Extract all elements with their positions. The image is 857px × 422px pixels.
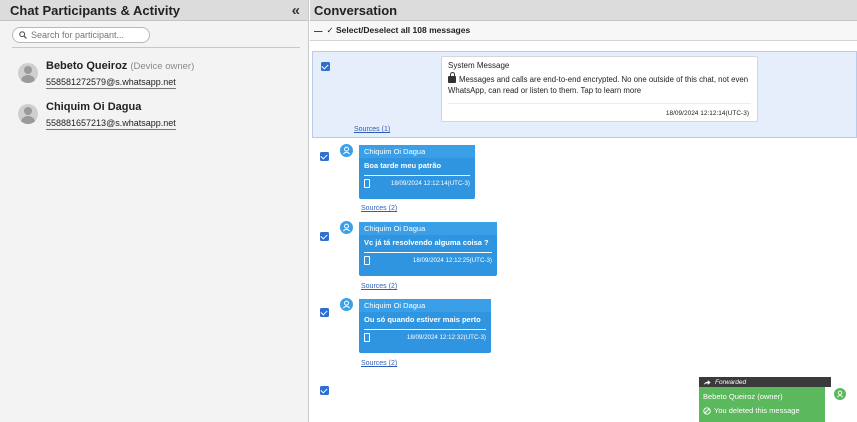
contact-avatar-icon [340, 221, 353, 234]
system-message-title: System Message [448, 61, 510, 70]
collapse-panel-button[interactable]: « [292, 3, 300, 18]
contact-avatar-icon [340, 298, 353, 311]
phone-icon [364, 179, 370, 188]
system-message-row: System Message Messages and calls are en… [312, 51, 857, 138]
participant-item[interactable]: Bebeto Queiroz (Device owner) 5585812725… [0, 48, 308, 90]
deleted-icon [703, 406, 711, 415]
message-timestamp: 18/09/2024 12:12:25(UTC-3) [412, 257, 492, 264]
message-text: Ou só quando estiver mais perto [364, 315, 481, 324]
participants-title: Chat Participants & Activity [10, 2, 181, 18]
message-footer: 18/09/2024 12:12:25(UTC-3) [359, 253, 497, 268]
phone-icon [364, 256, 370, 265]
search-container [0, 21, 308, 43]
forward-arrow-icon [703, 379, 711, 385]
participants-panel: Chat Participants & Activity « Bebeto Qu… [0, 0, 309, 422]
message-text: Vc já tá resolvendo alguma coisa ? [364, 238, 489, 247]
message-checkbox[interactable] [320, 232, 329, 241]
sources-link[interactable]: Sources (2) [361, 205, 397, 212]
lock-icon [448, 72, 456, 83]
forwarded-text: Forwarded [715, 378, 747, 386]
participant-name-line: Bebeto Queiroz (Device owner) [46, 60, 194, 72]
sources-link[interactable]: Sources (2) [361, 283, 397, 290]
participant-search-input[interactable] [31, 30, 141, 40]
sources-link[interactable]: Sources (2) [361, 360, 397, 367]
message-bubble[interactable]: Chiquim Oi Dagua Vc já tá resolvendo alg… [359, 222, 497, 276]
message-sender: Chiquim Oi Dagua [359, 222, 497, 235]
app-window: Chat Participants & Activity « Bebeto Qu… [0, 0, 857, 422]
conversation-header: Conversation [310, 0, 857, 21]
system-message-body: Messages and calls are end-to-end encryp… [448, 75, 749, 95]
system-message-timestamp: 18/09/2024 12:12:14(UTC-3) [665, 110, 749, 117]
message-checkbox[interactable] [320, 152, 329, 161]
system-message-card: System Message Messages and calls are en… [441, 56, 758, 122]
participant-item[interactable]: Chiquim Oi Dagua 558881657213@s.whatsapp… [0, 90, 308, 131]
message-timestamp: 18/09/2024 12:12:14(UTC-3) [390, 180, 470, 187]
owner-message-sender: Bebeto Queiroz (owner) [703, 392, 783, 401]
participants-header: Chat Participants & Activity « [0, 0, 308, 21]
system-message-body-wrap: Messages and calls are end-to-end encryp… [448, 72, 751, 96]
participant-search-box[interactable] [12, 27, 150, 43]
select-all-toggle[interactable]: — ✓ Select/Deselect all 108 messages [310, 21, 857, 41]
participant-id: 558881657213@s.whatsapp.net [46, 118, 176, 130]
message-bubble[interactable]: Chiquim Oi Dagua Ou só quando estiver ma… [359, 299, 491, 353]
contact-avatar-icon [340, 144, 353, 157]
message-footer: 18/09/2024 12:12:14(UTC-3) [359, 176, 475, 191]
message-bubble[interactable]: Chiquim Oi Dagua Boa tarde meu patrão 18… [359, 145, 475, 199]
search-icon [19, 31, 27, 39]
divider [448, 103, 751, 104]
participant-id: 558581272579@s.whatsapp.net [46, 77, 176, 89]
message-sender: Chiquim Oi Dagua [359, 299, 491, 312]
forwarded-label: Forwarded [699, 377, 831, 387]
message-text: Boa tarde meu patrão [364, 161, 442, 170]
conversation-panel: Conversation — ✓ Select/Deselect all 108… [310, 0, 857, 422]
participant-name: Chiquim Oi Dagua [46, 101, 142, 113]
participant-avatar-icon [18, 104, 38, 124]
select-all-label: ✓ Select/Deselect all 108 messages [326, 25, 471, 35]
participant-name: Bebeto Queiroz [46, 60, 128, 72]
participant-owner-tag: (Device owner) [130, 61, 195, 72]
message-checkbox[interactable] [321, 62, 330, 71]
select-all-dash: — [314, 25, 323, 36]
participant-avatar-icon [18, 63, 38, 83]
message-checkbox[interactable] [320, 308, 329, 317]
message-checkbox[interactable] [320, 386, 329, 395]
owner-message-text: You deleted this message [714, 406, 800, 415]
message-footer: 18/09/2024 12:12:32(UTC-3) [359, 330, 491, 345]
message-timestamp: 18/09/2024 12:12:32(UTC-3) [406, 334, 486, 341]
sources-link[interactable]: Sources (1) [354, 126, 390, 133]
message-sender: Chiquim Oi Dagua [359, 145, 475, 158]
owner-avatar-icon [834, 388, 846, 400]
phone-icon [364, 333, 370, 342]
conversation-title: Conversation [314, 2, 398, 18]
owner-message-bubble[interactable]: Bebeto Queiroz (owner) You deleted this … [699, 387, 825, 422]
deleted-message-line: You deleted this message [699, 401, 825, 415]
